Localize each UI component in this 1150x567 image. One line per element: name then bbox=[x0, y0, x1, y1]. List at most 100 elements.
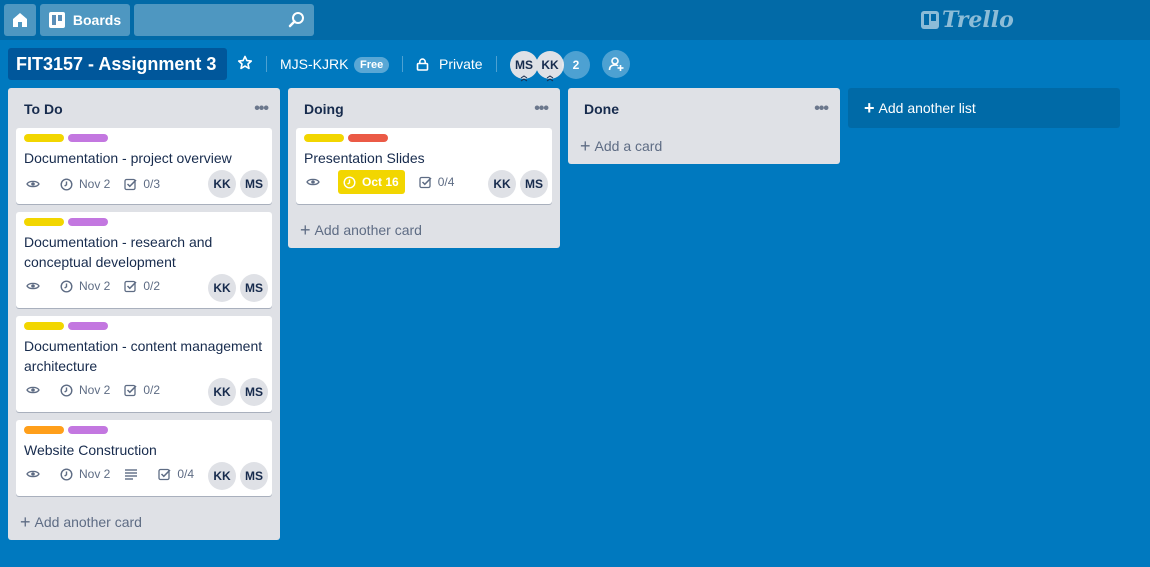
card[interactable]: Presentation Slides Oct 16 0/4 KK MS bbox=[296, 128, 552, 204]
card[interactable]: Documentation - content management archi… bbox=[16, 316, 272, 412]
list-menu-icon[interactable]: ••• bbox=[254, 100, 269, 118]
label-yellow[interactable] bbox=[304, 134, 344, 142]
home-button[interactable] bbox=[4, 4, 36, 36]
checklist-count: 0/3 bbox=[143, 177, 161, 191]
member-avatar[interactable]: KK bbox=[208, 274, 236, 302]
due-date-badge[interactable]: Oct 16 bbox=[338, 170, 405, 194]
label-purple[interactable] bbox=[68, 134, 108, 142]
card-badges: Nov 2 0/2 bbox=[26, 378, 174, 402]
due-date-badge[interactable]: Nov 2 bbox=[60, 467, 110, 481]
checklist-badge: 0/4 bbox=[158, 467, 194, 481]
member-avatar[interactable]: KK bbox=[208, 170, 236, 198]
member-avatar[interactable]: MS bbox=[520, 170, 548, 198]
label-purple[interactable] bbox=[68, 426, 108, 434]
list-header[interactable]: Doing ••• bbox=[288, 88, 560, 128]
list-header[interactable]: To Do ••• bbox=[8, 88, 280, 128]
visibility-label: Private bbox=[439, 56, 483, 72]
search-icon[interactable] bbox=[288, 11, 306, 29]
checklist-badge: 0/4 bbox=[419, 175, 455, 189]
checklist-badge: 0/2 bbox=[124, 383, 160, 397]
add-member-icon bbox=[608, 57, 624, 71]
label-orange[interactable] bbox=[24, 426, 64, 434]
search-input[interactable] bbox=[134, 4, 314, 36]
add-card-label: Add a card bbox=[594, 138, 663, 154]
checklist-icon bbox=[158, 468, 171, 480]
label-yellow[interactable] bbox=[24, 322, 64, 330]
avatar-initials: MS bbox=[515, 58, 533, 72]
extra-members-count[interactable]: 2 bbox=[562, 51, 590, 79]
add-card-button[interactable]: + Add another card bbox=[20, 512, 142, 532]
plus-icon: + bbox=[580, 136, 591, 156]
avatar[interactable]: MS bbox=[510, 51, 538, 82]
card-labels[interactable] bbox=[304, 134, 392, 142]
list-menu-icon[interactable]: ••• bbox=[814, 100, 829, 118]
label-yellow[interactable] bbox=[24, 218, 64, 226]
eye-icon bbox=[26, 180, 40, 188]
member-avatar[interactable]: MS bbox=[240, 170, 268, 198]
card-badges: Nov 2 0/3 bbox=[26, 172, 174, 196]
card-badges: Oct 16 0/4 bbox=[306, 170, 468, 194]
list-title[interactable]: Doing bbox=[304, 101, 344, 117]
boards-label: Boards bbox=[72, 12, 122, 28]
due-date-badge[interactable]: Nov 2 bbox=[60, 279, 110, 293]
member-avatar[interactable]: KK bbox=[208, 378, 236, 406]
avatar-initials: KK bbox=[541, 58, 559, 72]
due-date-badge[interactable]: Nov 2 bbox=[60, 383, 110, 397]
member-avatar[interactable]: MS bbox=[240, 274, 268, 302]
team-name[interactable]: MJS-KJRK bbox=[280, 56, 348, 72]
card[interactable]: Documentation - project overview Nov 2 0… bbox=[16, 128, 272, 204]
label-purple[interactable] bbox=[68, 322, 108, 330]
card-title: Presentation Slides bbox=[304, 150, 425, 166]
list-title[interactable]: Done bbox=[584, 101, 619, 117]
card-labels[interactable] bbox=[24, 218, 112, 226]
add-list-label: Add another list bbox=[878, 100, 976, 116]
plus-icon: + bbox=[20, 512, 31, 532]
card-title: Website Construction bbox=[24, 442, 157, 458]
add-card-label: Add another card bbox=[314, 222, 422, 238]
card[interactable]: Documentation - research and conceptual … bbox=[16, 212, 272, 308]
list-menu-icon[interactable]: ••• bbox=[534, 100, 549, 118]
clock-icon bbox=[343, 175, 356, 189]
add-list-button[interactable]: + Add another list bbox=[848, 88, 1120, 128]
member-avatar[interactable]: KK bbox=[488, 170, 516, 198]
label-yellow[interactable] bbox=[24, 134, 64, 142]
card-badges: Nov 2 0/4 bbox=[26, 462, 208, 486]
eye-icon bbox=[26, 470, 40, 478]
member-avatar[interactable]: MS bbox=[240, 462, 268, 490]
checklist-count: 0/4 bbox=[177, 467, 195, 481]
avatar[interactable]: KK bbox=[536, 51, 564, 82]
checklist-count: 0/4 bbox=[437, 175, 455, 189]
card-labels[interactable] bbox=[24, 134, 112, 142]
label-red[interactable] bbox=[348, 134, 388, 142]
list-header[interactable]: Done ••• bbox=[568, 88, 840, 128]
boards-button[interactable]: Boards bbox=[40, 4, 130, 36]
card-labels[interactable] bbox=[24, 426, 112, 434]
label-purple[interactable] bbox=[68, 218, 108, 226]
add-card-button[interactable]: + Add a card bbox=[580, 136, 663, 156]
checklist-badge: 0/2 bbox=[124, 279, 160, 293]
card-labels[interactable] bbox=[24, 322, 112, 330]
visibility-button[interactable]: Private bbox=[416, 56, 483, 72]
card-members: KK MS bbox=[484, 170, 548, 198]
checklist-count: 0/2 bbox=[143, 279, 161, 293]
add-card-label: Add another card bbox=[34, 514, 142, 530]
add-card-button[interactable]: + Add another card bbox=[300, 221, 422, 239]
list-title[interactable]: To Do bbox=[24, 101, 63, 117]
member-avatar[interactable]: KK bbox=[208, 462, 236, 490]
card-title: Documentation - content management archi… bbox=[24, 338, 263, 374]
checklist-icon bbox=[124, 280, 137, 292]
header-divider bbox=[496, 56, 497, 72]
card[interactable]: Website Construction Nov 2 0/4 KK MS bbox=[16, 420, 272, 496]
eye-icon bbox=[306, 178, 320, 186]
watch-badge bbox=[306, 175, 326, 189]
admin-chevron-icon bbox=[546, 75, 554, 82]
star-icon[interactable] bbox=[237, 55, 253, 71]
clock-icon bbox=[60, 383, 73, 397]
due-date-badge[interactable]: Nov 2 bbox=[60, 177, 110, 191]
trello-logo[interactable]: Trello bbox=[921, 7, 1014, 33]
member-avatar[interactable]: MS bbox=[240, 378, 268, 406]
description-icon bbox=[125, 469, 138, 480]
card-members: KK MS bbox=[204, 378, 268, 406]
invite-button[interactable] bbox=[602, 50, 630, 78]
board-title[interactable]: FIT3157 - Assignment 3 bbox=[8, 48, 227, 80]
